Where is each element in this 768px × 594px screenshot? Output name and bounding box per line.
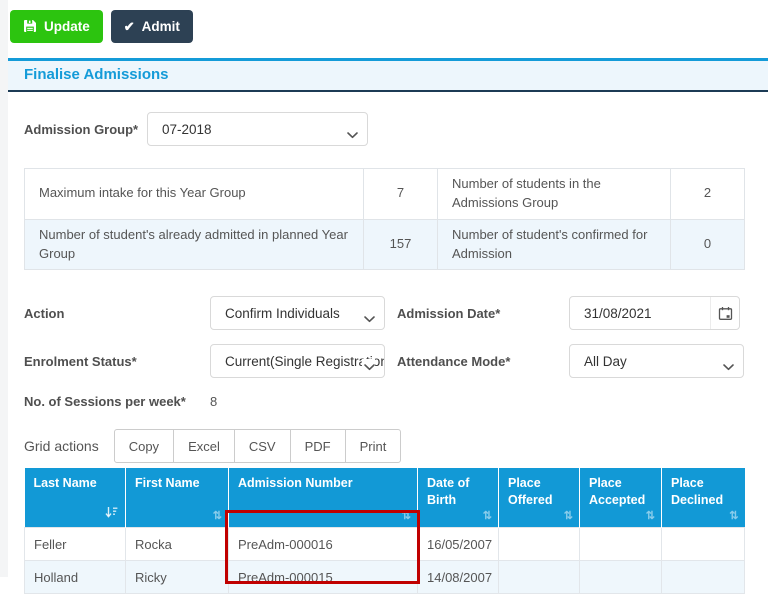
- last-name-cell: Feller: [24, 527, 126, 562]
- excel-button[interactable]: Excel: [173, 429, 235, 464]
- chevron-down-icon: [347, 127, 358, 142]
- attendance-mode-value: All Day: [584, 353, 627, 369]
- chevron-down-icon: [723, 359, 734, 374]
- summary-value: 2: [670, 168, 745, 220]
- student-row[interactable]: Holland Ricky PreAdm-000015 14/08/2007: [24, 560, 745, 594]
- action-value: Confirm Individuals: [225, 305, 340, 321]
- enrolment-status-label: Enrolment Status*: [24, 353, 137, 369]
- summary-label: Number of student's confirmed for Admiss…: [437, 218, 671, 271]
- column-header-admission-number[interactable]: Admission Number ⇅: [228, 468, 418, 528]
- admission-date-group: [569, 296, 740, 331]
- enrolment-status-value: Current(Single Registration): [225, 353, 385, 369]
- admission-group-select[interactable]: 07-2018: [147, 112, 368, 146]
- summary-value: 7: [363, 168, 438, 220]
- column-header-date-of-birth[interactable]: Date of Birth ⇅: [417, 468, 499, 528]
- sort-both-icon: ⇅: [729, 510, 739, 523]
- place-accepted-cell: [579, 527, 662, 562]
- panel-body: Admission Group* 07-2018 Maximum intake …: [0, 92, 768, 594]
- finalise-admissions-panel: Finalise Admissions Admission Group* 07-…: [0, 58, 768, 594]
- update-button-label: Update: [44, 19, 90, 34]
- sort-both-icon: ⇅: [563, 510, 573, 523]
- enrolment-status-select[interactable]: Current(Single Registration): [210, 344, 385, 379]
- summary-value: 0: [670, 218, 745, 271]
- grid-actions-button-group: Copy Excel CSV PDF Print: [113, 429, 402, 464]
- admission-group-label: Admission Group*: [24, 121, 139, 137]
- admit-button[interactable]: ✔ Admit: [110, 10, 193, 43]
- place-accepted-cell: [579, 560, 662, 594]
- pdf-button[interactable]: PDF: [289, 429, 346, 464]
- students-table-wrap: Last Name First Name ⇅ Admission Number …: [24, 468, 745, 594]
- update-button[interactable]: Update: [10, 10, 103, 43]
- copy-button[interactable]: Copy: [113, 429, 175, 464]
- sort-both-icon: ⇅: [482, 510, 492, 523]
- panel-title: Finalise Admissions: [0, 61, 768, 92]
- save-icon: [23, 19, 37, 35]
- place-offered-cell: [498, 560, 580, 594]
- sessions-per-week-label: No. of Sessions per week*: [24, 394, 186, 410]
- student-row[interactable]: Feller Rocka PreAdm-000016 16/05/2007: [24, 527, 745, 562]
- date-of-birth-cell: 14/08/2007: [417, 560, 499, 594]
- place-declined-cell: [661, 527, 745, 562]
- admission-group-row: Admission Group* 07-2018: [24, 112, 744, 146]
- first-name-cell: Rocka: [125, 527, 229, 562]
- calendar-icon[interactable]: [710, 297, 739, 330]
- action-row: Action Confirm Individuals Admission Dat…: [24, 296, 744, 331]
- admission-number-cell: PreAdm-000015: [228, 560, 418, 594]
- page-left-gutter: [0, 0, 8, 577]
- admission-group-value: 07-2018: [162, 121, 212, 137]
- sessions-row: No. of Sessions per week* 8: [24, 394, 744, 411]
- sort-both-icon: ⇅: [401, 510, 411, 523]
- chevron-down-icon: [364, 311, 375, 326]
- sort-amount-icon: [105, 506, 118, 523]
- column-header-place-accepted[interactable]: Place Accepted ⇅: [579, 468, 662, 528]
- admissions-summary-table: Maximum intake for this Year Group 7 Num…: [24, 168, 745, 271]
- summary-label: Number of student's already admitted in …: [24, 218, 364, 271]
- attendance-mode-select[interactable]: All Day: [569, 344, 744, 379]
- summary-label: Number of students in the Admissions Gro…: [437, 168, 671, 220]
- summary-row: Number of student's already admitted in …: [24, 218, 745, 271]
- summary-value: 157: [363, 218, 438, 271]
- grid-actions-label: Grid actions: [24, 438, 99, 455]
- csv-button[interactable]: CSV: [233, 429, 291, 464]
- attendance-mode-label: Attendance Mode*: [397, 353, 511, 369]
- students-table-header-row: Last Name First Name ⇅ Admission Number …: [24, 468, 745, 528]
- column-header-last-name[interactable]: Last Name: [24, 468, 126, 528]
- summary-row: Maximum intake for this Year Group 7 Num…: [24, 168, 745, 220]
- admission-date-input[interactable]: [570, 297, 710, 330]
- action-select[interactable]: Confirm Individuals: [210, 296, 385, 331]
- last-name-cell: Holland: [24, 560, 126, 594]
- action-label: Action: [24, 305, 65, 321]
- students-table: Last Name First Name ⇅ Admission Number …: [24, 468, 745, 594]
- column-header-place-declined[interactable]: Place Declined ⇅: [661, 468, 745, 528]
- place-offered-cell: [498, 527, 580, 562]
- column-header-place-offered[interactable]: Place Offered ⇅: [498, 468, 580, 528]
- check-icon: ✔: [123, 19, 135, 34]
- grid-actions: Grid actions Copy Excel CSV PDF Print: [24, 429, 744, 464]
- sessions-per-week-value: 8: [210, 394, 218, 410]
- date-of-birth-cell: 16/05/2007: [417, 527, 499, 562]
- chevron-down-icon: [362, 359, 375, 375]
- enrolment-row: Enrolment Status* Current(Single Registr…: [24, 344, 744, 379]
- first-name-cell: Ricky: [125, 560, 229, 594]
- admission-date-label: Admission Date*: [397, 305, 501, 321]
- admission-number-cell: PreAdm-000016: [228, 527, 418, 562]
- summary-label: Maximum intake for this Year Group: [24, 168, 364, 220]
- print-button[interactable]: Print: [344, 429, 402, 464]
- toolbar: Update ✔ Admit: [0, 0, 768, 43]
- place-declined-cell: [661, 560, 745, 594]
- column-header-first-name[interactable]: First Name ⇅: [125, 468, 229, 528]
- admit-button-label: Admit: [141, 19, 180, 34]
- sort-both-icon: ⇅: [212, 510, 222, 523]
- sort-both-icon: ⇅: [645, 510, 655, 523]
